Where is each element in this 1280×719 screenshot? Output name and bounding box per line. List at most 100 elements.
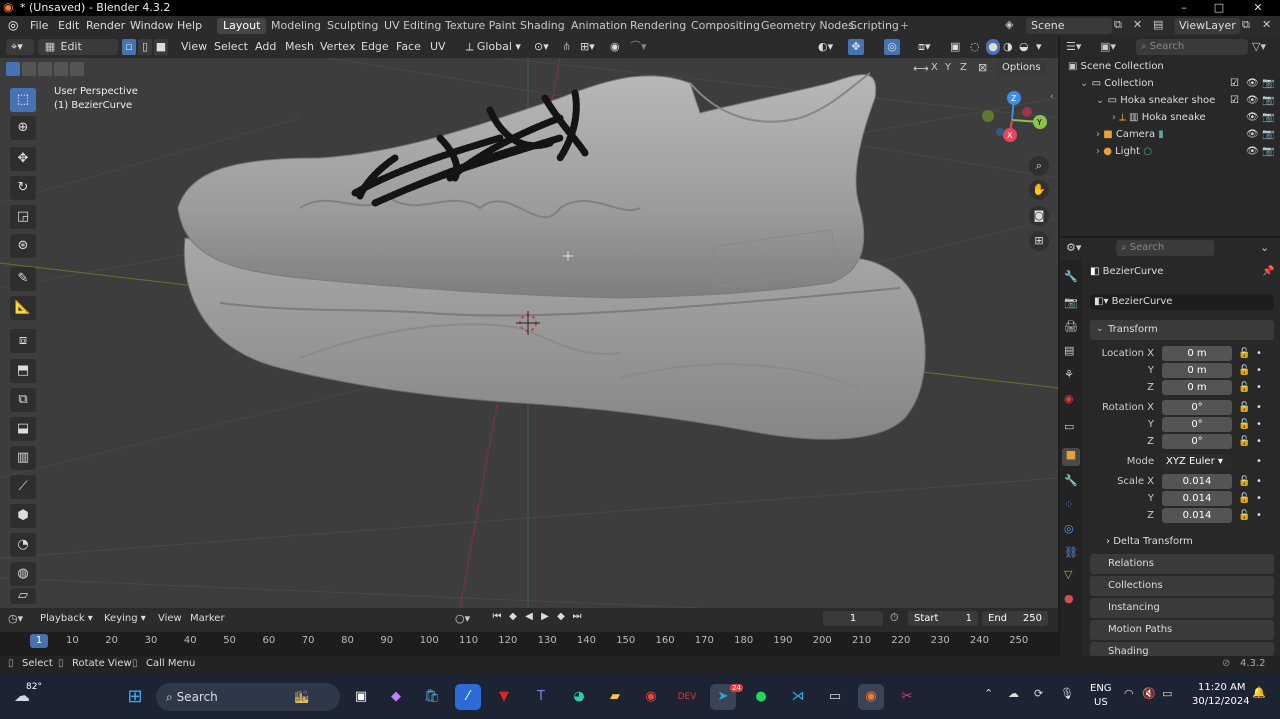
render-camera-icon[interactable]: 📷: [1262, 129, 1274, 140]
outliner-item-hoka-mesh[interactable]: › ⟂ ▥ Hoka sneake 👁 📷: [1112, 112, 1280, 123]
extrude-tool[interactable]: ⬒: [10, 359, 36, 383]
lock-icon[interactable]: 🔓: [1238, 476, 1250, 487]
store-icon[interactable]: 🛍: [419, 684, 445, 710]
auto-merge-icon[interactable]: ⊠: [978, 61, 987, 74]
scale-x-field[interactable]: 0.014: [1162, 474, 1232, 489]
menu-help[interactable]: Help: [177, 19, 202, 32]
rendered-shading-icon[interactable]: ◒: [1019, 39, 1029, 55]
visibility-icon[interactable]: ◐▾: [818, 39, 833, 55]
menu-window[interactable]: Window: [130, 19, 173, 32]
constraints-tab-icon[interactable]: ⛓: [1064, 546, 1078, 559]
keyframe-dot-icon[interactable]: •: [1256, 436, 1262, 447]
menu-add[interactable]: Add: [255, 39, 276, 55]
measure-tool[interactable]: 📐: [10, 296, 36, 320]
add-workspace-button[interactable]: +: [894, 18, 915, 34]
collapse-sidebar-icon[interactable]: ‹: [1050, 92, 1054, 102]
pivot-icon[interactable]: ⊙▾: [534, 39, 549, 55]
menu-vertex[interactable]: Vertex: [320, 39, 355, 55]
tool-tab-icon[interactable]: 🔧: [1064, 270, 1078, 283]
zoom-icon[interactable]: ⌕: [1029, 156, 1049, 176]
physics-tab-icon[interactable]: ◎: [1064, 522, 1074, 535]
eye-icon[interactable]: 👁: [1246, 112, 1259, 123]
view-layer-field[interactable]: ViewLayer: [1174, 18, 1240, 34]
scale-z-field[interactable]: 0.014: [1162, 508, 1232, 523]
mirror-z-toggle[interactable]: Z: [960, 62, 967, 73]
keyframe-dot-icon[interactable]: •: [1256, 365, 1262, 376]
tab-compositing[interactable]: Compositing: [685, 18, 766, 34]
properties-editor-icon[interactable]: ⚙▾: [1066, 241, 1081, 254]
delta-transform-subpanel[interactable]: › Delta Transform: [1106, 536, 1193, 547]
eye-icon[interactable]: 👁: [1246, 146, 1259, 157]
rotation-z-field[interactable]: 0°: [1162, 434, 1232, 449]
eye-icon[interactable]: 👁: [1246, 78, 1259, 89]
select-subtract-icon[interactable]: [38, 62, 52, 76]
outliner-root[interactable]: ▣ Scene Collection: [1068, 61, 1164, 72]
task-view-icon[interactable]: ▣: [348, 684, 374, 710]
snipping-icon[interactable]: ✂: [894, 684, 920, 710]
teams-icon[interactable]: T: [528, 684, 554, 710]
outliner-editor-icon[interactable]: ☰▾: [1066, 40, 1081, 53]
tab-rendering[interactable]: Rendering: [624, 18, 692, 34]
menu-playback[interactable]: Playback ▾: [40, 613, 93, 624]
annotate-tool[interactable]: ✎: [10, 267, 36, 291]
bevel-tool[interactable]: ⬓: [10, 417, 36, 441]
select-invert-icon[interactable]: [54, 62, 68, 76]
menu-mesh[interactable]: Mesh: [285, 39, 314, 55]
smooth-tool[interactable]: ◍: [10, 562, 36, 586]
close-button[interactable]: ✕: [1242, 0, 1274, 16]
end-frame-field[interactable]: End 250: [982, 611, 1048, 626]
remove-scene-icon[interactable]: ✕: [1133, 18, 1142, 31]
motion-paths-panel-header[interactable]: Motion Paths: [1090, 620, 1274, 640]
wireframe-shading-icon[interactable]: ◌: [970, 39, 980, 55]
new-view-layer-icon[interactable]: ⧉: [1242, 18, 1250, 32]
navigation-gizmo[interactable]: Z Y X: [980, 88, 1050, 148]
eye-icon[interactable]: 👁: [1246, 95, 1259, 106]
exclude-checkbox[interactable]: ☑: [1230, 78, 1239, 89]
gizmo-toggle-icon[interactable]: ✥: [848, 39, 864, 55]
menu-view[interactable]: View: [181, 39, 207, 55]
tab-modeling[interactable]: Modeling: [265, 18, 327, 34]
scene-selector-icon[interactable]: ◈: [1005, 18, 1013, 31]
region-label[interactable]: US: [1094, 697, 1108, 708]
particles-tab-icon[interactable]: ⁘: [1064, 498, 1073, 511]
knife-tool[interactable]: ⟋: [10, 475, 36, 499]
play-icon[interactable]: ▶: [538, 611, 552, 622]
properties-options-icon[interactable]: ⌄: [1260, 241, 1269, 254]
shear-tool[interactable]: ▱: [10, 588, 36, 604]
location-y-field[interactable]: 0 m: [1162, 363, 1232, 378]
terminal-icon[interactable]: ▭: [822, 684, 848, 710]
object-name-field[interactable]: BezierCurve: [1112, 296, 1173, 307]
keyframe-dot-icon[interactable]: •: [1256, 382, 1262, 393]
keyframe-dot-icon[interactable]: •: [1256, 510, 1262, 521]
transform-panel-header[interactable]: Transform: [1090, 320, 1274, 340]
outliner-search[interactable]: ⌕ Search: [1136, 39, 1248, 55]
rotation-x-field[interactable]: 0°: [1162, 400, 1232, 415]
lock-icon[interactable]: 🔓: [1238, 402, 1250, 413]
notification-bell-icon[interactable]: 🔔: [1252, 686, 1266, 699]
render-tab-icon[interactable]: 📷: [1064, 296, 1078, 309]
poly-build-tool[interactable]: ⬢: [10, 504, 36, 528]
menu-select[interactable]: Select: [214, 39, 248, 55]
falloff-icon[interactable]: ⌒▾: [630, 39, 647, 55]
pan-hand-icon[interactable]: ✋: [1029, 180, 1049, 200]
lock-icon[interactable]: 🔓: [1238, 436, 1250, 447]
select-box-mode[interactable]: [6, 62, 84, 76]
lock-icon[interactable]: 🔓: [1238, 365, 1250, 376]
spin-tool[interactable]: ◔: [10, 533, 36, 557]
outliner-item-collection[interactable]: ⌄ ▭ Collection ☑ 👁 📷: [1080, 78, 1280, 89]
data-tab-icon[interactable]: ▽: [1064, 568, 1072, 581]
next-keyframe-icon[interactable]: ◆: [554, 611, 568, 622]
display-mode-icon[interactable]: ▣▾: [1100, 40, 1116, 53]
menu-edit[interactable]: Edit: [58, 19, 79, 32]
spotify-icon[interactable]: ●: [748, 684, 774, 710]
tray-chevron-icon[interactable]: ⌃: [984, 687, 993, 700]
clock-date[interactable]: 30/12/2024: [1192, 696, 1250, 707]
menu-uv[interactable]: UV: [430, 39, 446, 55]
render-camera-icon[interactable]: 📷: [1262, 112, 1274, 123]
vscode-icon[interactable]: ⋊: [785, 684, 811, 710]
menu-marker[interactable]: Marker: [190, 613, 225, 624]
sync-icon[interactable]: ⟳: [1034, 687, 1043, 700]
new-scene-icon[interactable]: ⧉: [1114, 18, 1122, 32]
pin-icon[interactable]: 📌: [1262, 266, 1274, 277]
overlay-toggle-icon[interactable]: ◎: [884, 39, 900, 55]
